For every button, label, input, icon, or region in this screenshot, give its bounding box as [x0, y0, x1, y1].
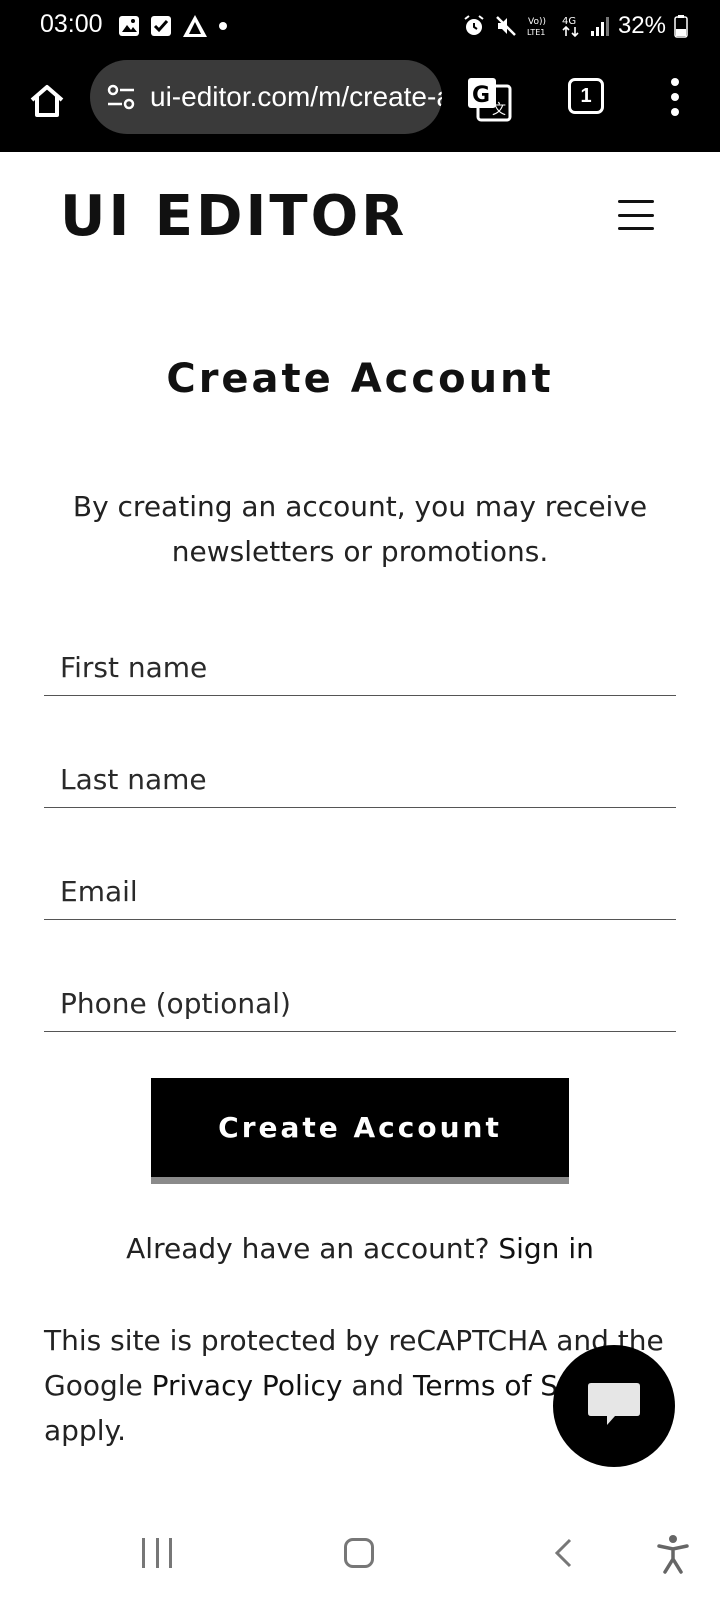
phone-input[interactable]	[44, 956, 676, 1031]
recents-bar-icon	[142, 1538, 145, 1568]
recaptcha-suffix: apply.	[44, 1414, 126, 1447]
svg-text:G: G	[472, 83, 490, 108]
recents-bar-icon	[155, 1538, 159, 1568]
site-logo[interactable]: UI EDITOR	[60, 184, 407, 249]
last-name-input[interactable]	[44, 732, 676, 807]
signin-prompt: Already have an account?	[126, 1232, 490, 1265]
image-notification-icon	[119, 16, 139, 36]
chat-bubble-icon	[588, 1383, 640, 1425]
intro-text: By creating an account, you may receive …	[72, 490, 648, 568]
svg-text:文: 文	[492, 102, 506, 118]
browser-home-button[interactable]	[22, 76, 72, 126]
hamburger-line	[618, 227, 654, 230]
svg-text:Vo)): Vo))	[528, 17, 546, 27]
first-name-input[interactable]	[44, 620, 676, 695]
page-title: Create Account	[166, 356, 554, 402]
last-name-field	[44, 732, 676, 808]
address-bar[interactable]: ui-editor.com/m/create-account	[90, 60, 442, 134]
triangle-app-icon	[183, 15, 207, 37]
signin-row: Already have an account? Sign in	[0, 1232, 720, 1265]
translate-button[interactable]: G文	[466, 76, 512, 122]
back-button[interactable]	[552, 1538, 576, 1568]
email-input[interactable]	[44, 844, 676, 919]
recents-bar-icon	[169, 1538, 172, 1568]
more-notifications-dot-icon	[219, 22, 227, 30]
recaptcha-and: and	[351, 1369, 405, 1402]
system-navigation-bar	[0, 1510, 720, 1600]
recent-apps-button[interactable]	[142, 1538, 172, 1568]
status-time: 03:00	[40, 10, 103, 38]
hamburger-menu-button[interactable]	[618, 200, 654, 230]
menu-dot-icon	[671, 78, 679, 86]
checkbox-notification-icon	[151, 16, 171, 36]
signal-icon	[590, 17, 609, 36]
phone-field	[44, 956, 676, 1032]
battery-percentage: 32%	[617, 12, 666, 39]
battery-icon	[674, 15, 688, 38]
hamburger-line	[618, 213, 654, 217]
home-icon	[30, 85, 64, 117]
create-account-button[interactable]: Create Account	[151, 1078, 569, 1184]
network-4g-icon: 4G	[562, 16, 579, 38]
hamburger-line	[618, 200, 654, 203]
browser-menu-button[interactable]	[660, 74, 690, 120]
system-home-button[interactable]	[344, 1538, 374, 1568]
translate-icon: G文	[468, 78, 512, 122]
sign-in-link[interactable]: Sign in	[498, 1232, 594, 1265]
tab-switcher-button[interactable]: 1	[568, 78, 604, 114]
volte-icon: Vo))LTE1	[527, 17, 546, 37]
privacy-policy-link[interactable]: Privacy Policy	[152, 1369, 343, 1402]
site-settings-icon[interactable]	[104, 80, 138, 114]
system-status-icons: Vo)) LTE1 4G 32%	[462, 12, 688, 40]
url-text: ui-editor.com/m/create-account	[150, 81, 442, 112]
menu-dot-icon	[671, 108, 679, 116]
notification-icons	[118, 14, 228, 38]
menu-dot-icon	[671, 93, 679, 101]
status-bar: 03:00 Vo)) LTE1 4G 32%	[0, 0, 720, 52]
svg-text:LTE1: LTE1	[527, 28, 545, 37]
accessibility-icon[interactable]	[656, 1534, 690, 1574]
browser-toolbar: ui-editor.com/m/create-account G文 1	[0, 52, 720, 152]
first-name-field	[44, 620, 676, 696]
alarm-icon	[464, 15, 484, 35]
chat-button[interactable]	[553, 1345, 675, 1467]
svg-text:4G: 4G	[562, 16, 576, 27]
email-field	[44, 844, 676, 920]
mute-icon	[496, 16, 516, 36]
